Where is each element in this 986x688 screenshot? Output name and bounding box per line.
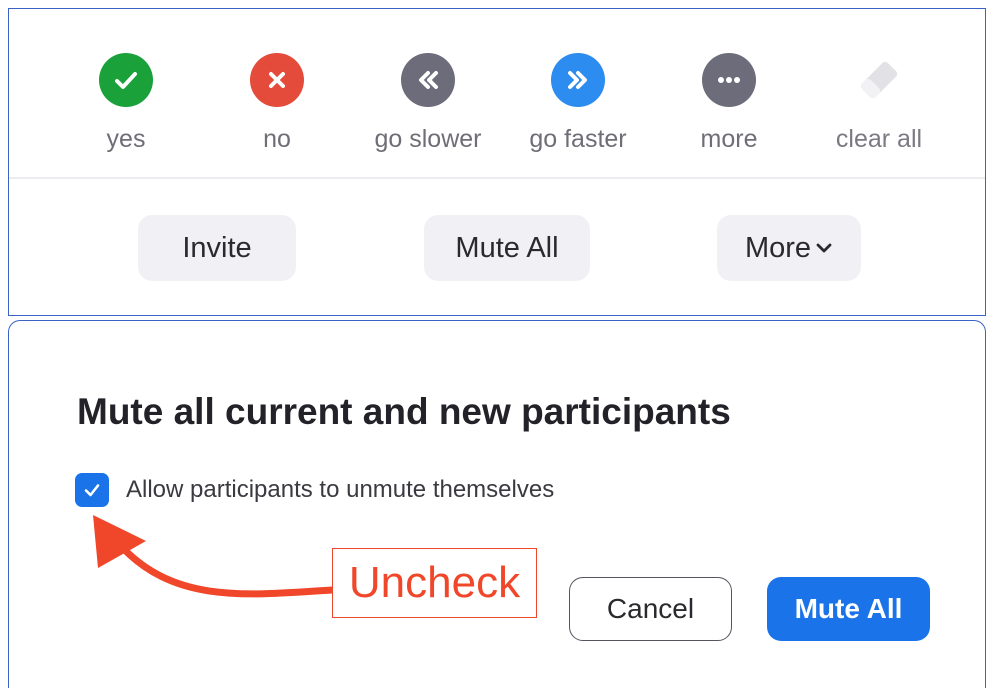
allow-unmute-label[interactable]: Allow participants to unmute themselves: [126, 476, 554, 504]
reaction-label: go faster: [529, 125, 627, 153]
reaction-label: go slower: [374, 125, 482, 153]
eraser-icon[interactable]: [852, 53, 906, 107]
mute-all-dialog: Mute all current and new participants Al…: [8, 320, 986, 688]
checkmark-icon: [84, 484, 100, 497]
reaction-label: yes: [106, 125, 146, 153]
cancel-button[interactable]: Cancel: [569, 577, 732, 641]
reaction-go-faster[interactable]: go faster: [503, 53, 653, 154]
reaction-label: more: [700, 125, 758, 153]
participants-panel: yes no go slower go faster more clear al…: [8, 8, 986, 316]
x-icon[interactable]: [250, 53, 304, 107]
more-button-label: More: [744, 231, 812, 264]
double-chevron-right-icon[interactable]: [551, 53, 605, 107]
reaction-clear-all[interactable]: clear all: [804, 53, 954, 154]
annotation-label: Uncheck: [332, 548, 537, 618]
reaction-yes[interactable]: yes: [51, 53, 201, 154]
divider: [9, 177, 985, 179]
invite-button[interactable]: Invite: [138, 215, 296, 281]
allow-unmute-checkbox[interactable]: [75, 473, 109, 507]
reaction-no[interactable]: no: [202, 53, 352, 154]
check-icon[interactable]: [99, 53, 153, 107]
ellipsis-icon[interactable]: [702, 53, 756, 107]
confirm-mute-all-button[interactable]: Mute All: [767, 577, 930, 641]
reaction-more[interactable]: more: [654, 53, 804, 154]
more-button[interactable]: More: [717, 215, 861, 281]
double-chevron-left-icon[interactable]: [401, 53, 455, 107]
reaction-label: clear all: [835, 125, 923, 153]
dialog-title: Mute all current and new participants: [77, 391, 731, 432]
reaction-label: no: [263, 125, 291, 153]
reaction-go-slower[interactable]: go slower: [353, 53, 503, 154]
chevron-down-icon: [815, 241, 833, 255]
mute-all-button[interactable]: Mute All: [424, 215, 590, 281]
